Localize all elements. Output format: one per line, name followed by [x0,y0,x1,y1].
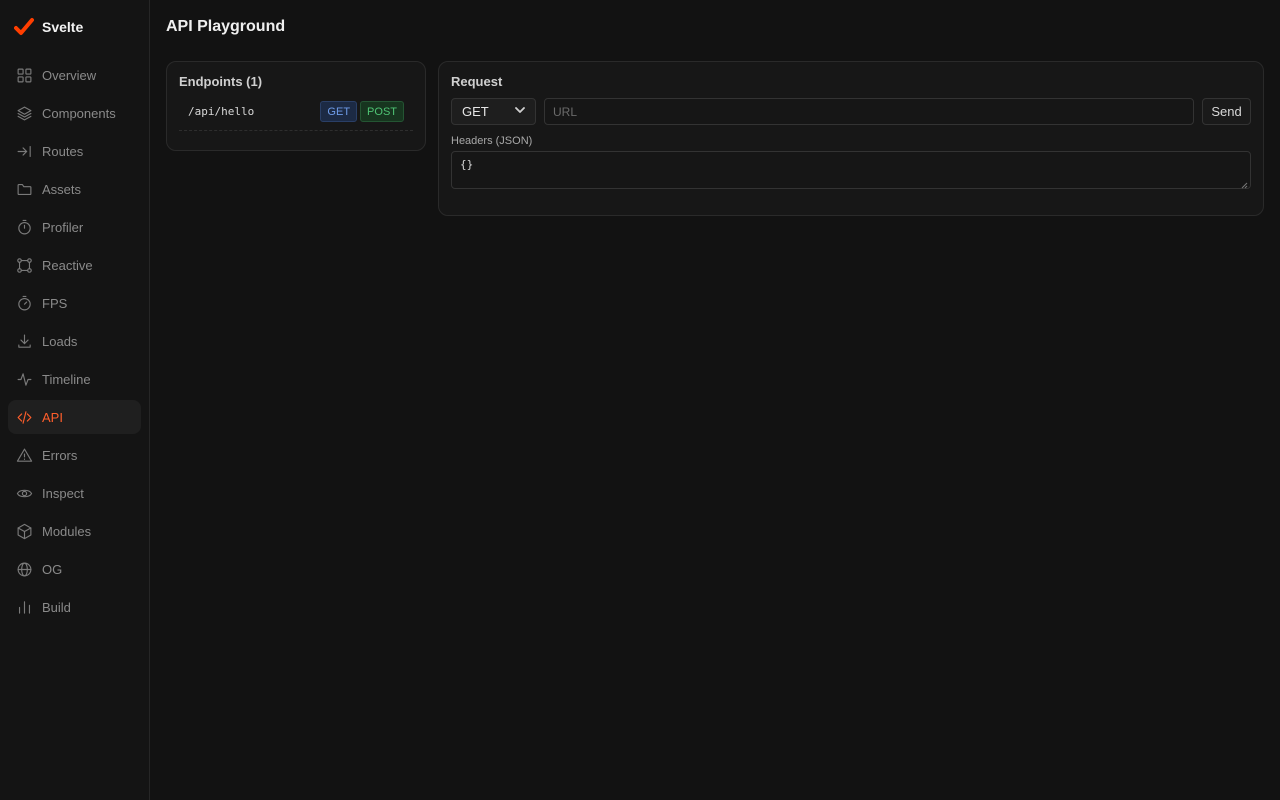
method-badges: GET POST [320,101,404,122]
main-content: API Playground Endpoints (1) /api/hello … [150,0,1280,800]
method-select-value: GET [462,104,489,119]
layers-icon [16,105,33,122]
sidebar-item-label: Routes [42,143,84,159]
headers-label: Headers (JSON) [451,135,533,147]
sidebar-item-label: Errors [42,447,78,463]
sidebar-item-label: Inspect [42,485,84,501]
globe-icon [16,561,33,578]
sidebar-item-label: Assets [42,181,82,197]
sidebar-item-profiler[interactable]: Profiler [8,210,141,244]
post-method-badge[interactable]: POST [360,101,404,122]
warning-triangle-icon [16,447,33,464]
download-icon [16,333,33,350]
chevron-down-icon [515,106,525,117]
sidebar-item-errors[interactable]: Errors [8,438,141,472]
sidebar-item-components[interactable]: Components [8,96,141,130]
url-input[interactable] [544,98,1194,125]
sidebar-item-reactive[interactable]: Reactive [8,248,141,282]
sidebar-nav: Overview Components Routes Assets Profil… [8,58,141,624]
sidebar-item-label: Components [42,105,116,121]
resize-grip-icon[interactable] [1241,179,1248,189]
sidebar-item-label: API [42,409,63,425]
sidebar-item-build[interactable]: Build [8,590,141,624]
endpoints-panel: Endpoints (1) /api/hello GET POST [166,61,426,151]
sidebar-item-loads[interactable]: Loads [8,324,141,358]
send-button[interactable]: Send [1202,98,1251,125]
sidebar-item-inspect[interactable]: Inspect [8,476,141,510]
sidebar-item-timeline[interactable]: Timeline [8,362,141,396]
svelte-logo-icon [14,17,34,37]
request-title: Request [451,74,503,89]
headers-value: {} [460,158,474,171]
app-root: Svelte Overview Components Routes Assets… [0,0,1280,800]
sidebar-item-label: Timeline [42,371,91,387]
timer-icon [16,295,33,312]
content-area: Endpoints (1) /api/hello GET POST Reques… [166,61,1264,216]
brand: Svelte [8,0,141,54]
folder-icon [16,181,33,198]
sidebar-item-label: Reactive [42,257,93,273]
get-method-badge[interactable]: GET [320,101,358,122]
sidebar-item-api[interactable]: API [8,400,141,434]
sidebar-item-overview[interactable]: Overview [8,58,141,92]
sidebar-item-fps[interactable]: FPS [8,286,141,320]
grid-icon [16,67,33,84]
sidebar-item-og[interactable]: OG [8,552,141,586]
graph-nodes-icon [16,257,33,274]
stopwatch-icon [16,219,33,236]
request-panel: Request GET Send Headers (JSON) {} [438,61,1264,216]
sidebar-item-label: OG [42,561,63,577]
request-bar: GET Send [451,98,1251,125]
sidebar-item-label: Build [42,599,71,615]
sidebar-item-assets[interactable]: Assets [8,172,141,206]
code-icon [16,409,33,426]
endpoints-title: Endpoints (1) [179,74,263,89]
eye-icon [16,485,33,502]
box-icon [16,523,33,540]
sidebar-item-modules[interactable]: Modules [8,514,141,548]
sidebar-item-label: Profiler [42,219,84,235]
endpoint-row[interactable]: /api/hello GET POST [179,101,413,131]
method-select[interactable]: GET [451,98,536,125]
sidebar-item-label: Overview [42,67,97,83]
endpoint-path: /api/hello [188,105,255,118]
arrow-right-to-line-icon [16,143,33,160]
page-title: API Playground [166,18,286,35]
sidebar-item-label: FPS [42,295,68,311]
bar-chart-icon [16,599,33,616]
sidebar-item-label: Loads [42,333,78,349]
brand-name: Svelte [42,19,84,35]
headers-textarea[interactable]: {} [451,151,1251,189]
sidebar-item-label: Modules [42,523,92,539]
sidebar-item-routes[interactable]: Routes [8,134,141,168]
activity-icon [16,371,33,388]
sidebar: Svelte Overview Components Routes Assets… [0,0,150,800]
